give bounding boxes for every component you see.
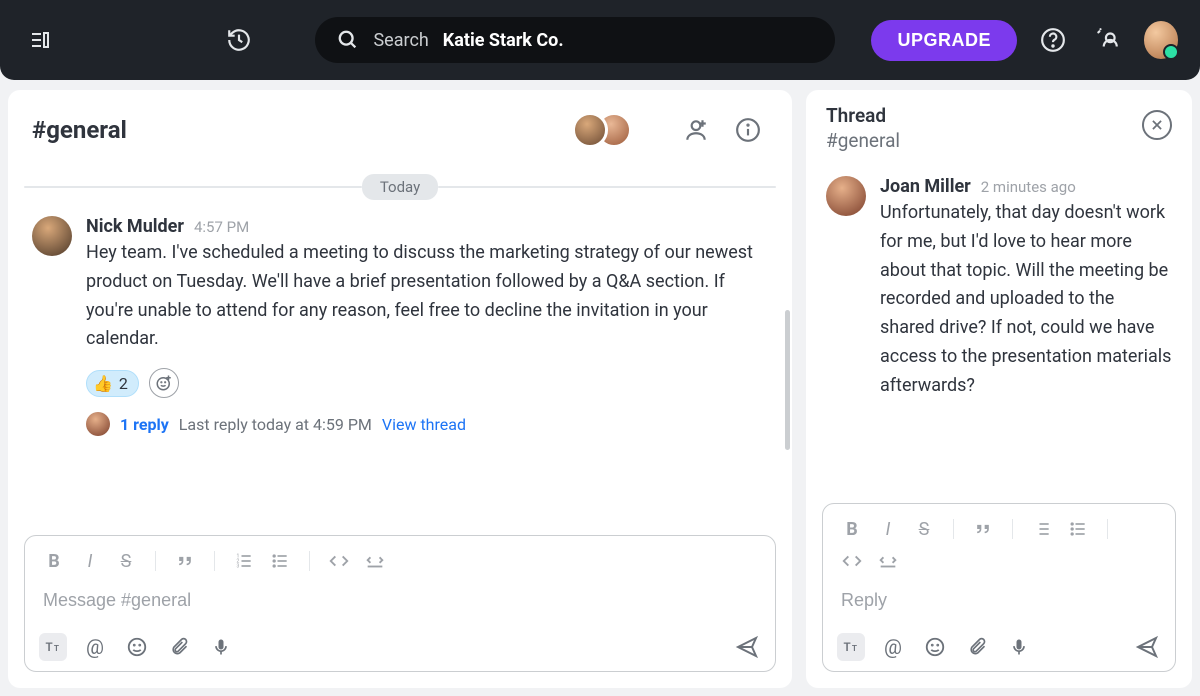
reaction-count: 2	[119, 374, 128, 393]
svg-text:3: 3	[237, 564, 240, 570]
composer-thread: B I S TT @	[822, 503, 1176, 672]
thread-time: 2 minutes ago	[981, 178, 1076, 196]
send-icon[interactable]	[733, 633, 761, 661]
thread-message: Joan Miller 2 minutes ago Unfortunately,…	[826, 176, 1172, 401]
code-icon[interactable]	[328, 550, 350, 572]
message-time: 4:57 PM	[194, 218, 249, 236]
thread-message-avatar[interactable]	[826, 176, 866, 216]
message-input[interactable]	[39, 582, 761, 625]
reaction-emoji: 👍	[93, 374, 113, 393]
reply-meta: Last reply today at 4:59 PM	[179, 415, 372, 434]
codeblock-icon[interactable]	[877, 550, 899, 572]
sidebar-toggle-icon[interactable]	[22, 20, 58, 60]
attach-icon[interactable]	[165, 633, 193, 661]
thread-format-toolbar: B I S	[837, 514, 1161, 550]
user-avatar[interactable]	[1144, 21, 1178, 59]
bullet-list-icon[interactable]	[1067, 518, 1089, 540]
strike-icon[interactable]: S	[913, 518, 935, 540]
thread-panel: Thread #general Joan Miller 2 minutes ag…	[806, 90, 1192, 688]
thread-input[interactable]	[837, 582, 1161, 625]
code-icon[interactable]	[841, 550, 863, 572]
thread-header: Thread #general	[806, 90, 1192, 160]
reaction-thumbsup[interactable]: 👍 2	[86, 370, 139, 397]
strike-icon[interactable]: S	[115, 550, 137, 572]
reply-avatar	[86, 412, 110, 436]
channel-panel: #general Today	[8, 90, 792, 688]
emoji-icon[interactable]	[921, 633, 949, 661]
mic-icon[interactable]	[207, 633, 235, 661]
search-label: Search	[373, 30, 428, 51]
codeblock-icon[interactable]	[364, 550, 386, 572]
bold-icon[interactable]: B	[43, 550, 65, 572]
quote-icon[interactable]	[972, 518, 994, 540]
message-list: Nick Mulder 4:57 PM Hey team. I've sched…	[8, 210, 792, 519]
thread-subtitle[interactable]: #general	[826, 129, 900, 152]
close-icon[interactable]	[1142, 110, 1172, 140]
info-icon[interactable]	[728, 110, 768, 150]
add-user-icon[interactable]	[676, 110, 716, 150]
member-avatars[interactable]	[572, 112, 632, 148]
search-workspace: Katie Stark Co.	[443, 30, 564, 51]
quote-icon[interactable]	[174, 550, 196, 572]
mention-icon[interactable]: @	[879, 633, 907, 661]
thread-author[interactable]: Joan Miller	[880, 176, 971, 197]
channel-header: #general	[8, 90, 792, 170]
view-thread-link[interactable]: View thread	[382, 415, 466, 434]
reactions: 👍 2	[86, 368, 768, 398]
message-avatar[interactable]	[32, 216, 72, 256]
italic-icon[interactable]: I	[877, 518, 899, 540]
composer-main: B I S 123 TT @	[24, 535, 776, 672]
message-author[interactable]: Nick Mulder	[86, 216, 184, 237]
thread-composer-actions: TT @	[837, 625, 1161, 661]
thread-summary[interactable]: 1 reply Last reply today at 4:59 PM View…	[86, 412, 768, 436]
svg-text:T: T	[844, 640, 851, 654]
topbar: Search Katie Stark Co. UPGRADE	[0, 0, 1200, 80]
send-icon[interactable]	[1133, 633, 1161, 661]
emoji-icon[interactable]	[123, 633, 151, 661]
svg-text:T: T	[46, 640, 53, 654]
mention-icon[interactable]: @	[81, 633, 109, 661]
svg-text:T: T	[852, 644, 857, 654]
mic-icon[interactable]	[1005, 633, 1033, 661]
thread-format-toolbar-2	[837, 550, 1161, 582]
format-toolbar: B I S 123	[39, 546, 761, 582]
channel-name[interactable]: #general	[32, 116, 127, 144]
svg-text:T: T	[54, 644, 59, 654]
message-body: Hey team. I've scheduled a meeting to di…	[86, 239, 768, 354]
help-icon[interactable]	[1035, 20, 1071, 60]
date-divider: Today	[24, 174, 776, 200]
format-toggle-icon[interactable]: TT	[837, 633, 865, 661]
add-reaction-icon[interactable]	[149, 368, 179, 398]
search-bar[interactable]: Search Katie Stark Co.	[315, 17, 835, 63]
composer-actions: TT @	[39, 625, 761, 661]
thread-title: Thread	[826, 104, 900, 127]
member-avatar-1	[572, 112, 608, 148]
message: Nick Mulder 4:57 PM Hey team. I've sched…	[32, 216, 768, 436]
italic-icon[interactable]: I	[79, 550, 101, 572]
notifications-icon[interactable]	[1089, 20, 1125, 60]
thread-body: Unfortunately, that day doesn't work for…	[880, 199, 1172, 401]
format-toggle-icon[interactable]: TT	[39, 633, 67, 661]
attach-icon[interactable]	[963, 633, 991, 661]
ordered-list-icon[interactable]: 123	[233, 550, 255, 572]
ordered-list-icon[interactable]	[1031, 518, 1053, 540]
reply-count: 1 reply	[120, 415, 169, 434]
bullet-list-icon[interactable]	[269, 550, 291, 572]
search-container: Search Katie Stark Co.	[315, 17, 835, 63]
thread-messages: Joan Miller 2 minutes ago Unfortunately,…	[806, 160, 1192, 493]
date-label: Today	[362, 174, 438, 200]
search-icon	[337, 29, 359, 51]
history-icon[interactable]	[221, 20, 257, 60]
scrollbar[interactable]	[785, 310, 790, 450]
bold-icon[interactable]: B	[841, 518, 863, 540]
upgrade-button[interactable]: UPGRADE	[871, 20, 1017, 61]
